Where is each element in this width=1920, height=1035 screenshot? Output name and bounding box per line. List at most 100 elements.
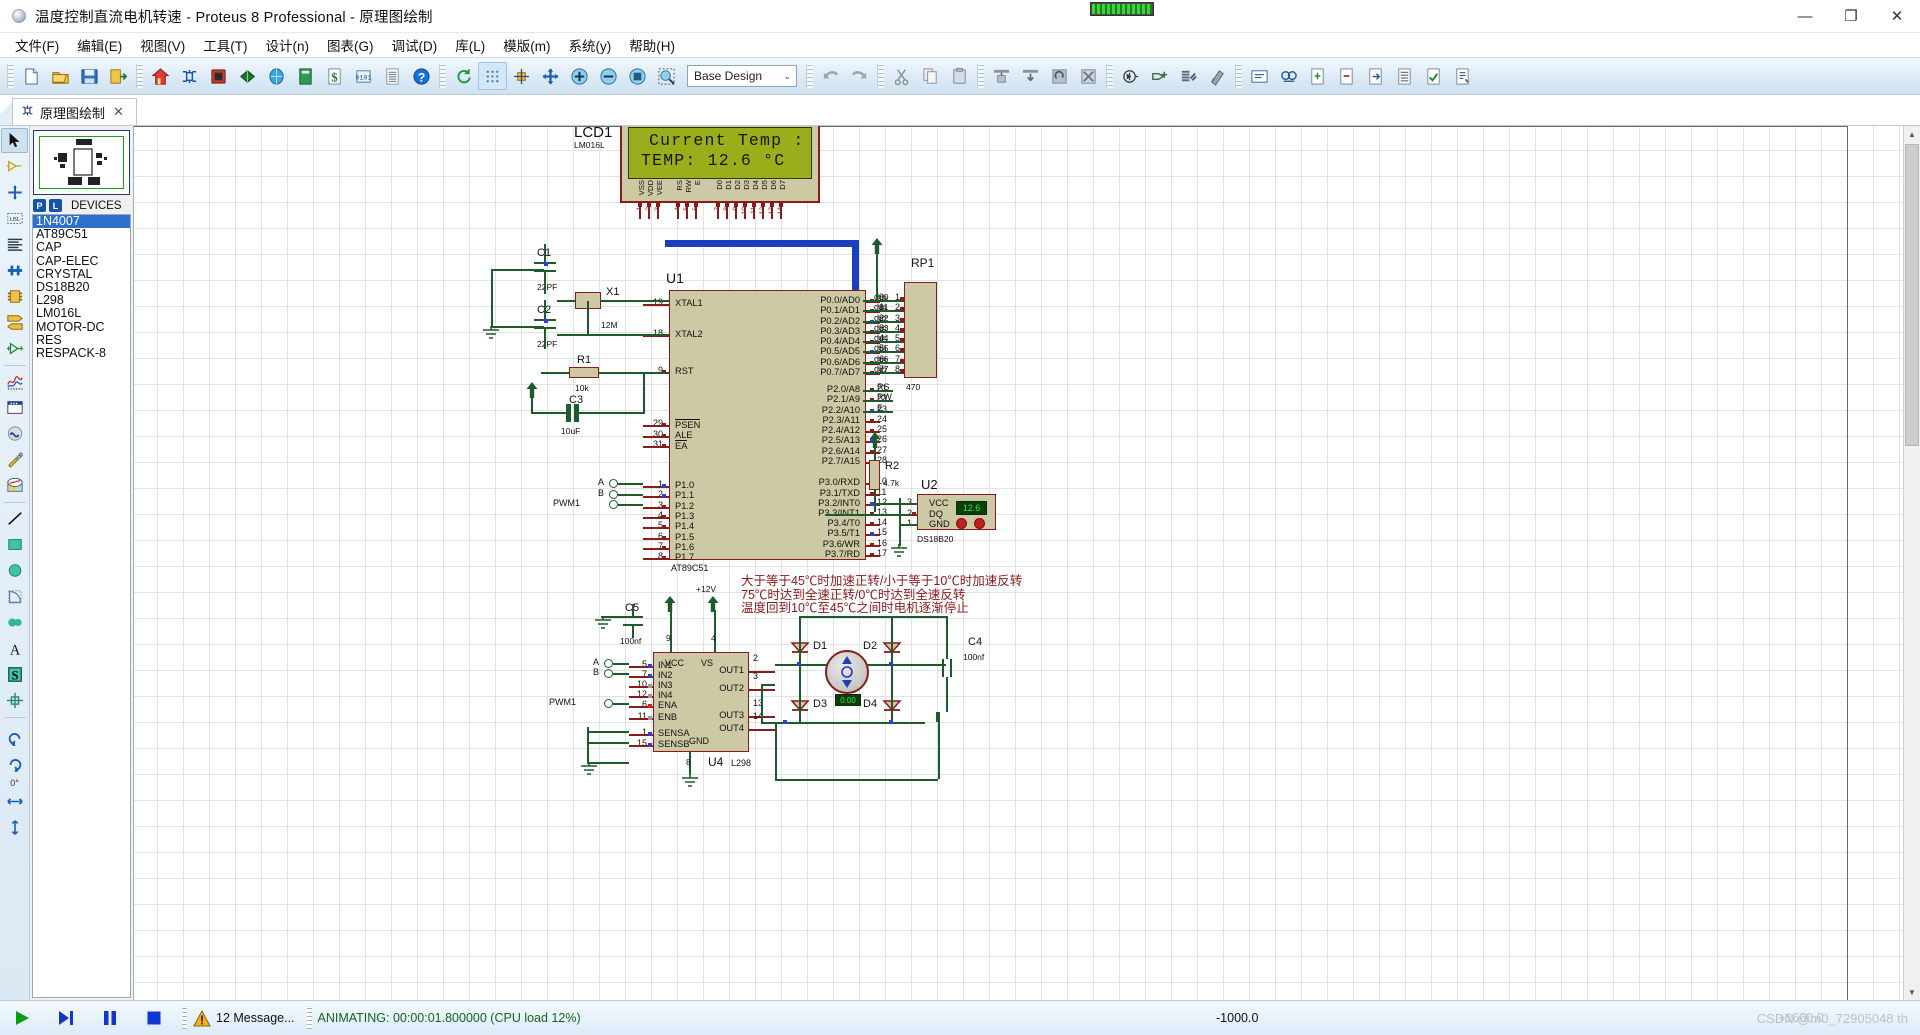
zoom-area-button[interactable] (652, 62, 681, 90)
paste-button[interactable] (945, 62, 974, 90)
bom-dollar-button[interactable]: $ (320, 62, 349, 90)
copy-button[interactable] (916, 62, 945, 90)
simulation-button[interactable] (262, 62, 291, 90)
save-button[interactable] (75, 62, 104, 90)
device-list-item[interactable]: LM016L (33, 307, 130, 320)
rotation-angle[interactable]: 0° (10, 778, 19, 788)
3d-viewer-button[interactable] (233, 62, 262, 90)
decompose-button[interactable] (1203, 62, 1232, 90)
device-list-item[interactable]: CAP (33, 241, 130, 254)
tape-recorder-tool[interactable] (1, 395, 28, 420)
text-script-tool[interactable] (1, 232, 28, 257)
mirror-vertical-button[interactable] (1, 815, 28, 840)
virtual-instrument-tool[interactable] (1, 473, 28, 498)
origin-button[interactable] (507, 62, 536, 90)
rp1-body[interactable] (904, 282, 937, 378)
box-tool[interactable] (1, 532, 28, 557)
scroll-up-arrow[interactable]: ▲ (1904, 126, 1920, 142)
u2-button-up[interactable] (974, 518, 985, 529)
help-button[interactable]: ? (407, 62, 436, 90)
toggle-grid-button[interactable] (478, 62, 507, 90)
menu-tools[interactable]: 工具(T) (194, 33, 256, 57)
text-tool[interactable]: A (1, 636, 28, 661)
pick-device-button[interactable]: P (33, 199, 46, 212)
netlist-button[interactable] (1448, 62, 1477, 90)
close-icon[interactable]: ✕ (111, 104, 126, 120)
devices-list[interactable]: 1N4007 AT89C51 CAP CAP-ELEC CRYSTAL DS18B20 L2… (32, 214, 131, 998)
close-button[interactable]: ✕ (1874, 0, 1920, 32)
maximize-button[interactable]: ❐ (1828, 0, 1874, 32)
pcb-layout-button[interactable] (204, 62, 233, 90)
menu-help[interactable]: 帮助(H) (620, 33, 684, 57)
terminal-circle[interactable] (609, 500, 618, 509)
bom-report-button[interactable] (1390, 62, 1419, 90)
scroll-down-arrow[interactable]: ▼ (1904, 984, 1920, 1000)
device-list-item[interactable]: MOTOR-DC (33, 320, 130, 334)
zoom-in-button[interactable] (565, 62, 594, 90)
marker-tool[interactable] (1, 688, 28, 713)
block-rotate-button[interactable] (1045, 62, 1074, 90)
menu-library[interactable]: 库(L) (446, 33, 494, 57)
menu-view[interactable]: 视图(V) (131, 33, 194, 57)
menu-edit[interactable]: 编辑(E) (68, 33, 131, 57)
block-copy-button[interactable] (987, 62, 1016, 90)
junction-dot-tool[interactable] (1, 180, 28, 205)
circle-tool[interactable] (1, 558, 28, 583)
export-button[interactable] (104, 62, 133, 90)
menu-template[interactable]: 模版(m) (494, 33, 559, 57)
device-list-item[interactable]: RESPACK-8 (33, 346, 130, 360)
report-button[interactable] (378, 62, 407, 90)
terminal-circle-bottom[interactable] (604, 699, 613, 708)
rotate-ccw-button[interactable] (1, 725, 28, 750)
zoom-all-button[interactable] (623, 62, 652, 90)
remove-sheet-button[interactable] (1332, 62, 1361, 90)
graph-mode-tool[interactable] (1, 369, 28, 394)
block-move-button[interactable] (1016, 62, 1045, 90)
schematic-canvas[interactable]: LCD1 LM016L Current Temp : TEMP: 12.6 °C VSS… (134, 126, 1920, 1000)
arc-tool[interactable] (1, 584, 28, 609)
toolbar-grip-5[interactable] (977, 64, 984, 88)
terminal-circle-bottom[interactable] (604, 669, 613, 678)
path-tool[interactable] (1, 610, 28, 635)
toolbar-grip-2[interactable] (439, 64, 446, 88)
chevron-down-icon[interactable]: ⌄ (783, 71, 796, 82)
component-mode-tool[interactable] (1, 154, 28, 179)
generator-mode-tool[interactable] (1, 421, 28, 446)
schematic-capture-button[interactable] (175, 62, 204, 90)
open-folder-button[interactable] (46, 62, 75, 90)
menu-design[interactable]: 设计(n) (257, 33, 319, 57)
terminal-circle[interactable] (609, 490, 618, 499)
symbol-tool[interactable]: S (1, 662, 28, 687)
r2-body[interactable] (869, 460, 880, 490)
toolbar-grip-6[interactable] (1106, 64, 1113, 88)
vertical-scrollbar[interactable]: ▲ ▼ (1903, 126, 1920, 1000)
pan-button[interactable] (536, 62, 565, 90)
terminal-circle-bottom[interactable] (604, 659, 613, 668)
source-code-button[interactable]: 0101 (349, 62, 378, 90)
rotate-cw-button[interactable] (1, 751, 28, 776)
terminal-circle[interactable] (609, 479, 618, 488)
pick-device-button[interactable] (1116, 62, 1145, 90)
toolbar-grip-3[interactable] (806, 64, 813, 88)
bill-of-materials-button[interactable] (291, 62, 320, 90)
block-delete-button[interactable] (1074, 62, 1103, 90)
home-button[interactable] (146, 62, 175, 90)
overview-preview[interactable] (33, 130, 130, 195)
mirror-horizontal-button[interactable] (1, 789, 28, 814)
wire-label-tool[interactable]: LBL (1, 206, 28, 231)
device-list-item[interactable]: CAP-ELEC (33, 254, 130, 268)
scrollbar-thumb[interactable] (1905, 144, 1919, 446)
property-assignment-button[interactable] (1245, 62, 1274, 90)
cut-button[interactable] (887, 62, 916, 90)
design-selector-combo[interactable]: Base Design ⌄ (687, 65, 797, 87)
menu-system[interactable]: 系统(y) (560, 33, 621, 57)
redo-button[interactable] (845, 62, 874, 90)
make-device-button[interactable] (1145, 62, 1174, 90)
toolbar-grip-0[interactable] (7, 64, 14, 88)
line-tool[interactable] (1, 506, 28, 531)
toolbar-grip-7[interactable] (1235, 64, 1242, 88)
electrical-rule-check-button[interactable] (1419, 62, 1448, 90)
toolbar-grip-1[interactable] (136, 64, 143, 88)
new-sheet-button[interactable] (1303, 62, 1332, 90)
menu-graph[interactable]: 图表(G) (318, 33, 383, 57)
